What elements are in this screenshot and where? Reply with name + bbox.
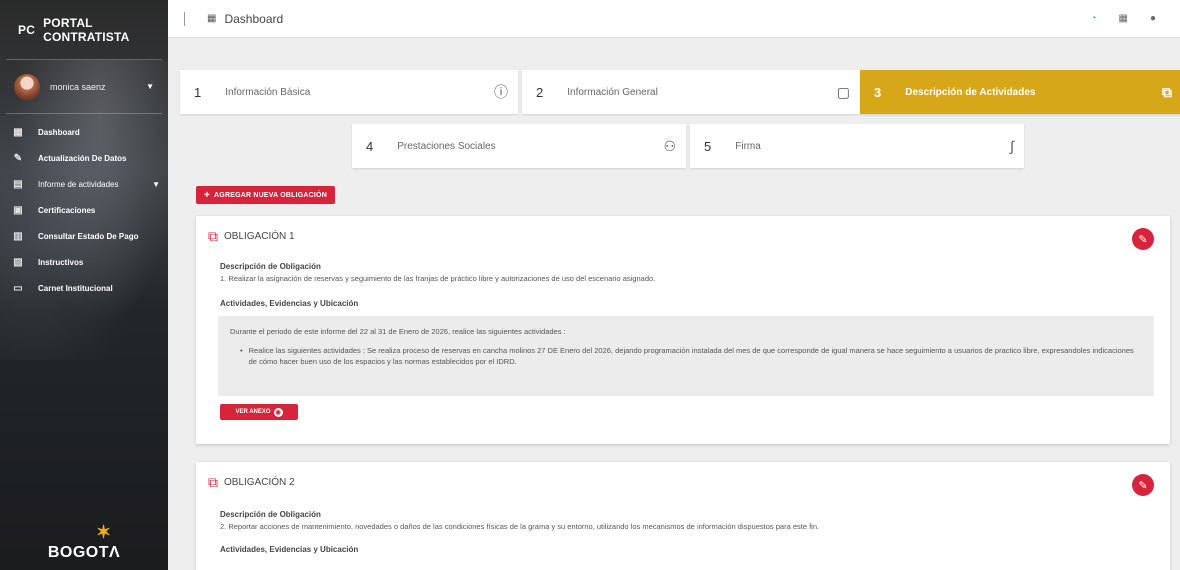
copy-icon: ⧉ <box>1162 83 1172 100</box>
view-annex-label: VER ANEXO <box>235 409 271 415</box>
step-label: Información General <box>567 86 658 98</box>
sidebar: PC PORTAL CONTRATISTA monica saenz ▼ ▦ D… <box>0 0 168 570</box>
notification-icon[interactable]: ● <box>1150 13 1156 24</box>
apps-icon[interactable]: ▦ <box>1119 13 1128 24</box>
caret-down-icon: ▼ <box>152 179 160 189</box>
dashboard-icon: ▦ <box>13 126 23 138</box>
divider <box>184 11 185 26</box>
description-heading: Descripción de Obligación <box>220 262 321 271</box>
bullet-dot: • <box>240 346 243 355</box>
add-obligation-button[interactable]: + AGREGAR NUEVA OBLIGACIÓN <box>196 186 335 204</box>
instructions-icon: ▧ <box>13 256 23 268</box>
view-annex-button[interactable]: VER ANEXO ◉ <box>220 404 298 420</box>
folder-copy-icon: ⧉ <box>208 473 218 490</box>
obligation-title: OBLIGACIÓN 1 <box>224 230 295 242</box>
sidebar-item-carnet[interactable]: ▭ Carnet Institucional <box>0 276 168 300</box>
step-descripcion-actividades[interactable]: 3 Descripción de Actividades ⧉ <box>860 70 1180 114</box>
folder-copy-icon: ⧉ <box>208 227 218 244</box>
signature-icon: ∫ <box>1010 138 1014 154</box>
topbar-actions: ◔ ▦ ● <box>1090 13 1156 24</box>
step-label: Prestaciones Sociales <box>397 140 496 152</box>
edit-button[interactable]: ✎ <box>1132 228 1154 250</box>
step-informacion-general[interactable]: 2 Información General ▢ <box>522 70 860 114</box>
brand-name: PORTAL CONTRATISTA <box>43 15 130 44</box>
sidebar-item-certificaciones[interactable]: ▣ Certificaciones <box>0 198 168 222</box>
period-text: Durante el periodo de este informe del 2… <box>230 327 566 336</box>
card-header: ⧉ OBLIGACIÓN 2 <box>196 462 1170 502</box>
info-icon: ⓘ <box>494 84 508 100</box>
step-label: Información Básica <box>225 86 311 98</box>
sidebar-item-consultar-pago[interactable]: ▥ Consultar Estado De Pago <box>0 224 168 248</box>
user-menu[interactable]: monica saenz ▼ <box>6 60 162 114</box>
sidebar-menu: ▦ Dashboard ✎ Actualización De Datos ▤ I… <box>0 120 168 300</box>
caret-down-icon: ▼ <box>146 82 154 91</box>
obligation-card: ⧉ OBLIGACIÓN 1 ✎ Descripción de Obligaci… <box>196 216 1170 444</box>
obligation-card: ⧉ OBLIGACIÓN 2 ✎ Descripción de Obligaci… <box>196 462 1170 570</box>
people-icon: ⚇ <box>663 137 676 154</box>
eye-icon: ◉ <box>273 407 283 417</box>
certificate-icon: ▣ <box>13 204 23 216</box>
sidebar-item-informe[interactable]: ▤ Informe de actividades ▼ <box>0 172 168 196</box>
wifi-icon[interactable]: ◔ <box>1090 13 1096 24</box>
stepper-row-2: 4 Prestaciones Sociales ⚇ 5 Firma ∫ <box>352 124 1024 168</box>
step-prestaciones-sociales[interactable]: 4 Prestaciones Sociales ⚇ <box>352 124 686 168</box>
step-number: 2 <box>536 84 544 100</box>
star-icon: ✶ <box>96 522 112 542</box>
user-name: monica saenz <box>50 81 106 92</box>
sidebar-item-label: Instructivos <box>38 257 84 267</box>
logo-text: BOGOTΛ <box>47 544 121 561</box>
report-icon: ▤ <box>13 178 23 190</box>
topbar: ▦ Dashboard ◔ ▦ ● <box>168 0 1180 38</box>
edit-button[interactable]: ✎ <box>1132 474 1154 496</box>
brand-abbr: PC <box>18 22 36 37</box>
activity-text: Realice las siguientes actividades : Se … <box>248 346 1134 366</box>
activity-bullet: • Realice las siguientes actividades : S… <box>230 345 1142 367</box>
brand[interactable]: PC PORTAL CONTRATISTA <box>6 0 162 60</box>
avatar <box>14 73 40 100</box>
sidebar-item-label: Dashboard <box>38 127 80 137</box>
step-informacion-basica[interactable]: 1 Información Básica ⓘ <box>180 70 518 114</box>
id-card-icon: ▭ <box>13 282 23 294</box>
stepper-row-1: 1 Información Básica ⓘ 2 Información Gen… <box>180 70 1180 114</box>
step-label: Firma <box>735 140 761 152</box>
activities-panel: Durante el periodo de este informe del 2… <box>218 316 1154 396</box>
sidebar-item-label: Carnet Institucional <box>38 283 113 293</box>
sidebar-item-actualizacion[interactable]: ✎ Actualización De Datos <box>0 146 168 170</box>
description-heading: Descripción de Obligación <box>220 510 321 519</box>
sidebar-item-label: Consultar Estado De Pago <box>38 231 139 241</box>
step-firma[interactable]: 5 Firma ∫ <box>690 124 1024 168</box>
step-label: Descripción de Actividades <box>905 86 1036 98</box>
obligation-title: OBLIGACIÓN 2 <box>224 476 295 488</box>
sidebar-item-dashboard[interactable]: ▦ Dashboard <box>0 120 168 144</box>
activities-heading: Actividades, Evidencias y Ubicación <box>220 299 359 308</box>
step-number: 5 <box>704 138 712 154</box>
edit-data-icon: ✎ <box>13 152 23 164</box>
sidebar-item-instructivos[interactable]: ▧ Instructivos <box>0 250 168 274</box>
folder-info-icon: ▢ <box>836 83 850 100</box>
step-number: 3 <box>874 84 882 100</box>
step-number: 1 <box>194 84 202 100</box>
description-text: 2. Reportar acciones de mantenimiento, n… <box>220 522 820 531</box>
page-title: Dashboard <box>224 11 284 26</box>
sidebar-item-label: Informe de actividades <box>38 179 119 189</box>
sidebar-item-label: Certificaciones <box>38 205 96 215</box>
description-text: 1. Realizar la asignación de reservas y … <box>220 274 656 283</box>
plus-icon: + <box>204 189 211 201</box>
card-header: ⧉ OBLIGACIÓN 1 <box>196 216 1170 256</box>
add-obligation-label: AGREGAR NUEVA OBLIGACIÓN <box>214 191 327 199</box>
dashboard-icon: ▦ <box>207 13 217 24</box>
activities-heading: Actividades, Evidencias y Ubicación <box>220 545 359 554</box>
step-number: 4 <box>366 138 374 154</box>
sidebar-item-label: Actualización De Datos <box>38 153 127 163</box>
payment-icon: ▥ <box>13 230 23 242</box>
bogota-logo: ✶ BOGOTΛ <box>0 522 168 562</box>
